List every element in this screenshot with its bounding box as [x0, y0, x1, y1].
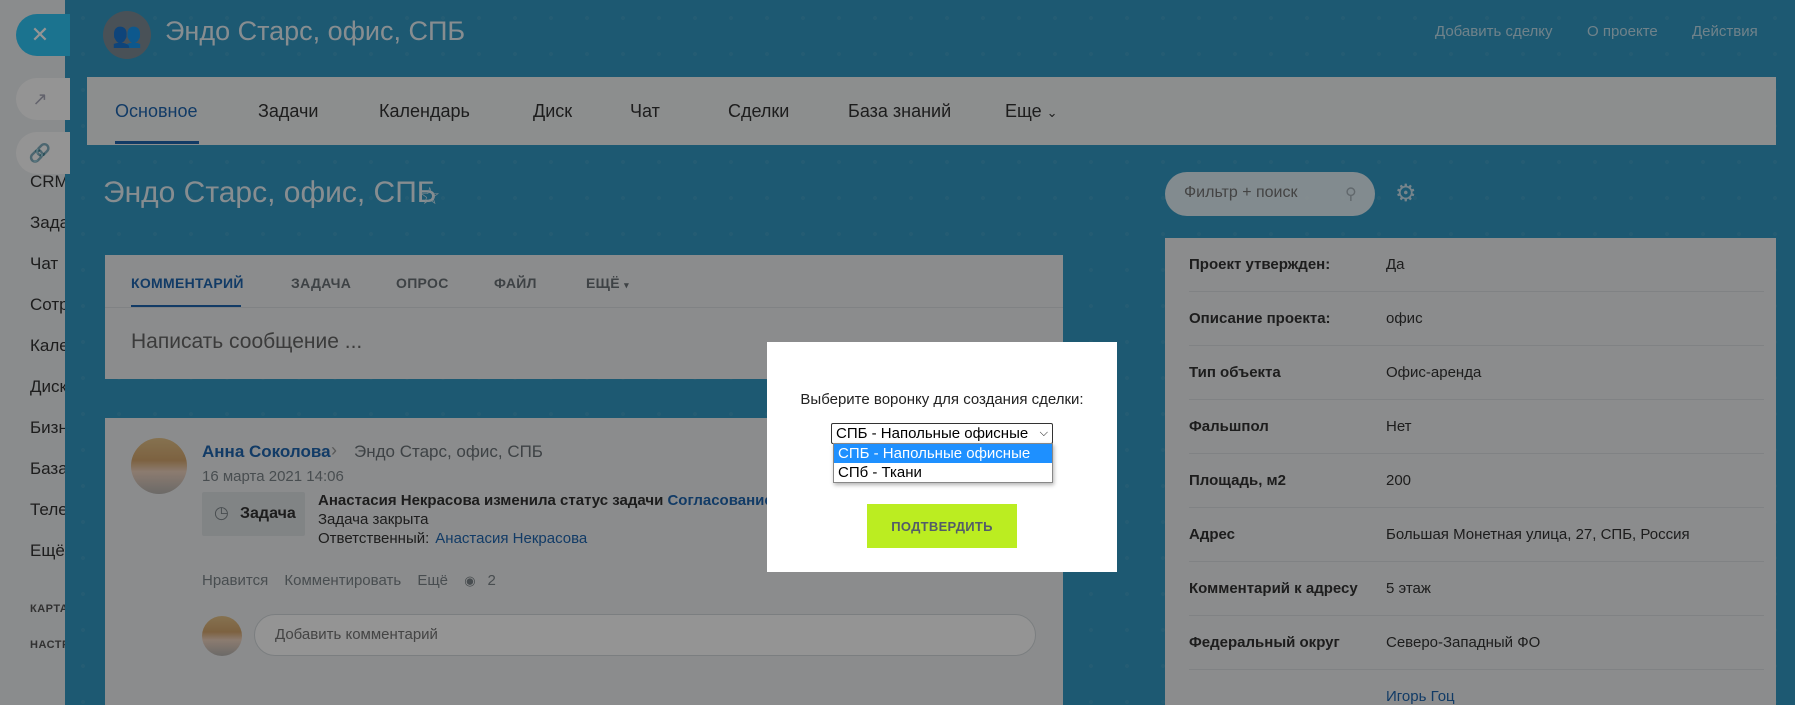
- funnel-dropdown: СПБ - Напольные офисные СПб - Ткани: [833, 443, 1053, 483]
- chevron-down-icon: ⌵: [1039, 427, 1048, 439]
- funnel-select[interactable]: СПБ - Напольные офисные ⌵: [831, 423, 1053, 444]
- confirm-button[interactable]: ПОДТВЕРДИТЬ: [867, 504, 1017, 548]
- funnel-option[interactable]: СПБ - Напольные офисные: [834, 444, 1052, 463]
- dialog-label: Выберите воронку для создания сделки:: [800, 391, 1084, 408]
- funnel-select-dialog: Выберите воронку для создания сделки: СП…: [767, 342, 1117, 572]
- funnel-option[interactable]: СПб - Ткани: [834, 463, 1052, 482]
- funnel-select-value: СПБ - Напольные офисные: [836, 425, 1029, 442]
